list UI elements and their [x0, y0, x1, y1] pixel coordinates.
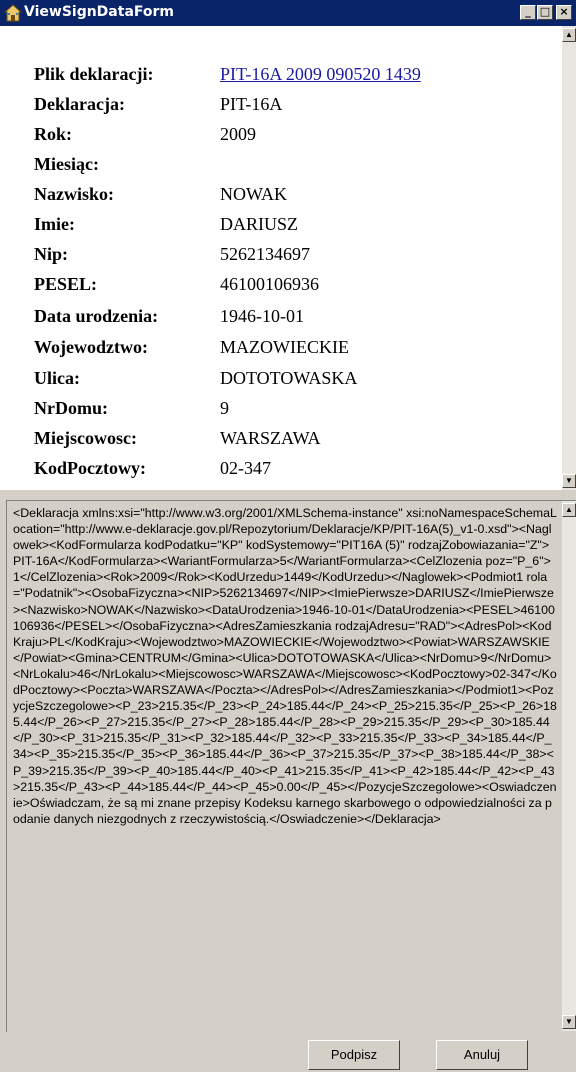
field-value: MAZOWIECKIE	[220, 337, 349, 357]
xml-content: <Deklaracja xmlns:xsi="http://www.w3.org…	[13, 506, 557, 826]
summary-scrollbar[interactable]: ▲ ▼	[562, 26, 576, 490]
field-label: PESEL:	[34, 274, 98, 294]
field-label: Wojewodztwo:	[34, 337, 148, 357]
field-label: KodPocztowy:	[34, 458, 146, 478]
field-value: DARIUSZ	[220, 214, 299, 234]
field-label: Deklaracja:	[34, 94, 125, 114]
declaration-fields: Plik deklaracji: PIT-16A 2009 090520 143…	[0, 26, 562, 490]
field-value: 1946-10-01	[220, 306, 304, 326]
field-label: Miejscowosc:	[34, 428, 137, 448]
field-value: NOWAK	[220, 184, 287, 204]
xml-scrollbar[interactable]: ▲ ▼	[562, 501, 576, 1031]
minimize-button[interactable]: _	[520, 5, 536, 20]
field-label: Nazwisko:	[34, 184, 114, 204]
field-label: Data urodzenia:	[34, 306, 159, 326]
home-icon	[4, 4, 22, 22]
field-label: Plik deklaracji:	[34, 64, 154, 84]
field-value: PIT-16A	[220, 94, 283, 114]
scroll-down-button[interactable]: ▼	[562, 1015, 576, 1029]
sign-button[interactable]: Podpisz	[308, 1040, 400, 1070]
scroll-up-button[interactable]: ▲	[562, 503, 576, 517]
field-value: 9	[220, 398, 229, 418]
title-bar[interactable]: ViewSignDataForm _ □ ×	[0, 0, 576, 26]
cancel-button[interactable]: Anuluj	[436, 1040, 528, 1070]
field-value: 2009	[220, 124, 256, 144]
field-label: Rok:	[34, 124, 73, 144]
field-value: 5262134697	[220, 244, 310, 264]
scroll-down-button[interactable]: ▼	[562, 474, 576, 488]
declaration-summary-panel: Plik deklaracji: PIT-16A 2009 090520 143…	[0, 26, 576, 490]
field-value: DOTOTOWASKA	[220, 368, 358, 388]
view-sign-data-window: ViewSignDataForm _ □ × Plik deklaracji: …	[0, 0, 576, 1072]
close-button[interactable]: ×	[556, 5, 572, 20]
declaration-file-link[interactable]: PIT-16A 2009 090520 1439	[220, 64, 421, 85]
field-label: Ulica:	[34, 368, 80, 388]
xml-text-area[interactable]: <Deklaracja xmlns:xsi="http://www.w3.org…	[6, 500, 576, 1032]
field-label: Miesiąc:	[34, 154, 99, 174]
scroll-up-button[interactable]: ▲	[562, 28, 576, 42]
field-value: WARSZAWA	[220, 428, 321, 448]
field-value: 02-347	[220, 458, 271, 478]
field-value: 46100106936	[220, 274, 319, 294]
field-label: NrDomu:	[34, 398, 108, 418]
maximize-button[interactable]: □	[537, 5, 553, 20]
field-label: Imie:	[34, 214, 75, 234]
field-label: Nip:	[34, 244, 69, 264]
window-title: ViewSignDataForm	[24, 4, 175, 20]
